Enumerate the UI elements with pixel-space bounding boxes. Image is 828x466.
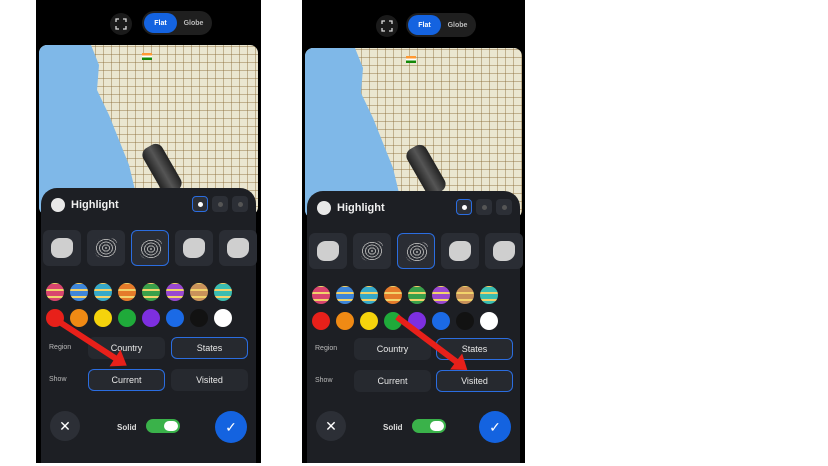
view-toggle: Flat Globe: [406, 13, 476, 37]
pattern-swatch[interactable]: [46, 283, 64, 301]
color-swatch[interactable]: [360, 312, 378, 330]
style-option-solid[interactable]: [309, 233, 347, 269]
pattern-swatch[interactable]: [480, 286, 498, 304]
show-current-button[interactable]: Current: [354, 370, 431, 392]
tab-flat[interactable]: Flat: [144, 13, 177, 33]
solid-swatches: [46, 309, 256, 327]
map-topbar: Flat Globe: [302, 12, 525, 40]
india-flag-icon: [406, 56, 416, 63]
color-swatch[interactable]: [214, 309, 232, 327]
style-option-outline[interactable]: [175, 230, 213, 266]
color-swatch[interactable]: [432, 312, 450, 330]
confirm-button[interactable]: ✓: [215, 411, 247, 443]
india-flag-icon: [142, 53, 152, 60]
show-current-button[interactable]: Current: [88, 369, 165, 391]
pattern-swatch[interactable]: [70, 283, 88, 301]
style-option-grid[interactable]: [397, 233, 435, 269]
close-button[interactable]: ✕: [316, 411, 346, 441]
map-topbar: Flat Globe: [36, 10, 261, 38]
pattern-swatch[interactable]: [336, 286, 354, 304]
solid-toggle[interactable]: [412, 419, 446, 433]
close-icon: ✕: [59, 417, 71, 434]
show-label: Show: [315, 377, 333, 384]
style-options: [41, 230, 257, 270]
style-option-shadow[interactable]: [219, 230, 257, 266]
tab-flat[interactable]: Flat: [408, 15, 441, 35]
tab-globe[interactable]: Globe: [441, 15, 474, 35]
check-icon: ✓: [225, 418, 237, 435]
size-option-small[interactable]: [192, 196, 208, 212]
style-option-solid[interactable]: [43, 230, 81, 266]
size-option-small[interactable]: [456, 199, 472, 215]
color-swatch[interactable]: [70, 309, 88, 327]
view-toggle: Flat Globe: [142, 11, 212, 35]
pattern-swatch[interactable]: [456, 286, 474, 304]
style-option-dots[interactable]: [87, 230, 125, 266]
fullscreen-icon: [381, 20, 393, 32]
panel-header: Highlight: [317, 201, 385, 215]
region-label: Region: [49, 344, 72, 351]
confirm-button[interactable]: ✓: [479, 411, 511, 443]
pattern-swatch[interactable]: [408, 286, 426, 304]
size-options: [456, 199, 512, 215]
color-swatch[interactable]: [480, 312, 498, 330]
pattern-swatch[interactable]: [190, 283, 208, 301]
region-country-button[interactable]: Country: [354, 338, 431, 360]
pattern-swatches: [46, 283, 256, 301]
panel-title: Highlight: [337, 202, 385, 214]
check-icon: ✓: [489, 418, 501, 435]
region-label: Region: [315, 345, 338, 352]
color-swatch[interactable]: [336, 312, 354, 330]
color-swatch[interactable]: [142, 309, 160, 327]
size-option-large[interactable]: [232, 196, 248, 212]
fullscreen-icon: [115, 18, 127, 30]
solid-label: Solid: [383, 423, 403, 432]
color-swatch[interactable]: [456, 312, 474, 330]
color-swatch[interactable]: [190, 309, 208, 327]
panel-header: Highlight: [51, 198, 119, 212]
region-states-button[interactable]: States: [171, 337, 248, 359]
size-option-medium[interactable]: [212, 196, 228, 212]
show-visited-button[interactable]: Visited: [436, 370, 513, 392]
tab-globe[interactable]: Globe: [177, 13, 210, 33]
color-swatch[interactable]: [118, 309, 136, 327]
style-option-outline[interactable]: [441, 233, 479, 269]
style-option-grid[interactable]: [131, 230, 169, 266]
color-swatch[interactable]: [94, 309, 112, 327]
pattern-swatch[interactable]: [384, 286, 402, 304]
phone-screen-1: Flat Globe Highlight Region Country Stat…: [36, 0, 261, 463]
style-option-dots[interactable]: [353, 233, 391, 269]
style-option-shadow[interactable]: [485, 233, 523, 269]
close-button[interactable]: ✕: [50, 411, 80, 441]
style-options: [307, 233, 523, 273]
highlight-icon: [317, 201, 331, 215]
pattern-swatch[interactable]: [94, 283, 112, 301]
fullscreen-button[interactable]: [376, 15, 398, 37]
pattern-swatch[interactable]: [432, 286, 450, 304]
pattern-swatch[interactable]: [360, 286, 378, 304]
color-swatch[interactable]: [312, 312, 330, 330]
highlight-icon: [51, 198, 65, 212]
pattern-swatches: [312, 286, 520, 304]
solid-label: Solid: [117, 423, 137, 432]
fullscreen-button[interactable]: [110, 13, 132, 35]
color-swatch[interactable]: [166, 309, 184, 327]
pattern-swatch[interactable]: [142, 283, 160, 301]
pattern-swatch[interactable]: [312, 286, 330, 304]
show-label: Show: [49, 376, 67, 383]
pattern-swatch[interactable]: [118, 283, 136, 301]
show-visited-button[interactable]: Visited: [171, 369, 248, 391]
size-options: [192, 196, 248, 212]
size-option-medium[interactable]: [476, 199, 492, 215]
panel-title: Highlight: [71, 199, 119, 211]
close-icon: ✕: [325, 417, 337, 434]
pattern-swatch[interactable]: [214, 283, 232, 301]
solid-toggle[interactable]: [146, 419, 180, 433]
size-option-large[interactable]: [496, 199, 512, 215]
pattern-swatch[interactable]: [166, 283, 184, 301]
phone-screen-2: Flat Globe Highlight Region Country Stat…: [302, 0, 525, 463]
highlight-panel: Highlight Region Country States Show Cur…: [41, 188, 257, 463]
